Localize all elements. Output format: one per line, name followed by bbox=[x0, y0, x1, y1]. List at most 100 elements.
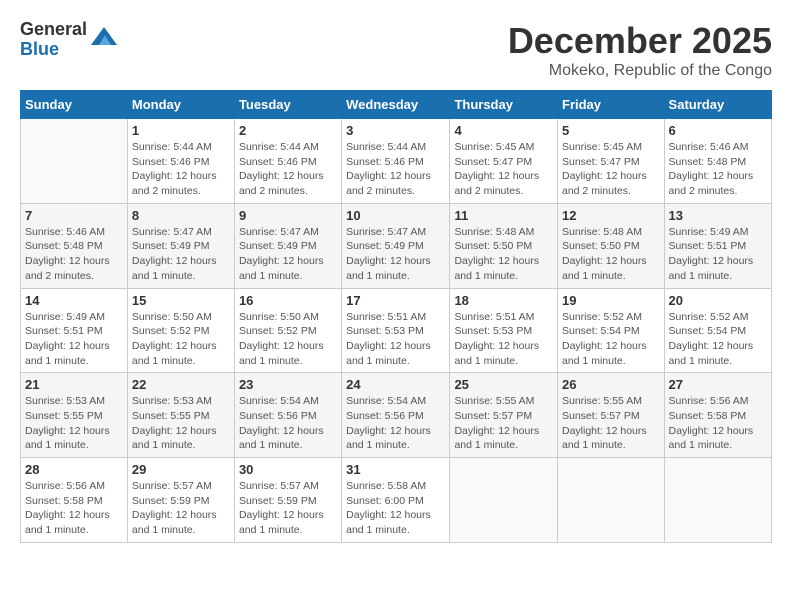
day-number: 21 bbox=[25, 377, 123, 392]
day-info: Sunrise: 5:48 AM Sunset: 5:50 PM Dayligh… bbox=[454, 225, 553, 284]
calendar-table: SundayMondayTuesdayWednesdayThursdayFrid… bbox=[20, 90, 772, 543]
calendar-cell: 25Sunrise: 5:55 AM Sunset: 5:57 PM Dayli… bbox=[450, 373, 558, 458]
day-info: Sunrise: 5:45 AM Sunset: 5:47 PM Dayligh… bbox=[562, 140, 660, 199]
day-info: Sunrise: 5:44 AM Sunset: 5:46 PM Dayligh… bbox=[346, 140, 445, 199]
day-info: Sunrise: 5:55 AM Sunset: 5:57 PM Dayligh… bbox=[562, 394, 660, 453]
calendar-cell bbox=[664, 458, 771, 543]
location: Mokeko, Republic of the Congo bbox=[508, 62, 772, 80]
day-info: Sunrise: 5:55 AM Sunset: 5:57 PM Dayligh… bbox=[454, 394, 553, 453]
calendar-cell: 30 Sunrise: 5:57 AM Sunset: 5:59 PM Dayli… bbox=[234, 458, 341, 543]
day-number: 18 bbox=[454, 293, 553, 308]
calendar-cell bbox=[558, 458, 665, 543]
day-number: 23 bbox=[239, 377, 337, 392]
logo-icon bbox=[89, 25, 119, 55]
day-info: Sunrise: 5:52 AM Sunset: 5:54 PM Dayligh… bbox=[669, 310, 767, 369]
day-number: 26 bbox=[562, 377, 660, 392]
calendar-cell: 7 Sunrise: 5:46 AM Sunset: 5:48 PM Daylig… bbox=[21, 203, 128, 288]
day-number: 13 bbox=[669, 208, 767, 223]
calendar-cell: 12Sunrise: 5:48 AM Sunset: 5:50 PM Dayli… bbox=[558, 203, 665, 288]
day-info: Sunrise: 5:54 AM Sunset: 5:56 PM Dayligh… bbox=[346, 394, 445, 453]
calendar-cell: 31 Sunrise: 5:58 AM Sunset: 6:00 PM Dayli… bbox=[342, 458, 450, 543]
day-info: Sunrise: 5:53 AM Sunset: 5:55 PM Dayligh… bbox=[25, 394, 123, 453]
calendar-cell: 29Sunrise: 5:57 AM Sunset: 5:59 PM Dayli… bbox=[127, 458, 234, 543]
day-number: 24 bbox=[346, 377, 445, 392]
week-row-0: 1 Sunrise: 5:44 AM Sunset: 5:46 PM Daylig… bbox=[21, 119, 772, 204]
day-number: 4 bbox=[454, 123, 553, 138]
day-number: 31 bbox=[346, 462, 445, 477]
day-number: 8 bbox=[132, 208, 230, 223]
day-info: Sunrise: 5:58 AM Sunset: 6:00 PM Dayligh… bbox=[346, 479, 445, 538]
day-number: 9 bbox=[239, 208, 337, 223]
calendar-cell: 26 Sunrise: 5:55 AM Sunset: 5:57 PM Dayli… bbox=[558, 373, 665, 458]
header-wednesday: Wednesday bbox=[342, 91, 450, 119]
day-info: Sunrise: 5:47 AM Sunset: 5:49 PM Dayligh… bbox=[239, 225, 337, 284]
day-info: Sunrise: 5:57 AM Sunset: 5:59 PM Dayligh… bbox=[239, 479, 337, 538]
calendar-cell bbox=[450, 458, 558, 543]
day-number: 17 bbox=[346, 293, 445, 308]
day-info: Sunrise: 5:47 AM Sunset: 5:49 PM Dayligh… bbox=[346, 225, 445, 284]
calendar-cell: 18 Sunrise: 5:51 AM Sunset: 5:53 PM Dayli… bbox=[450, 288, 558, 373]
day-info: Sunrise: 5:56 AM Sunset: 5:58 PM Dayligh… bbox=[25, 479, 123, 538]
calendar-cell: 17 Sunrise: 5:51 AM Sunset: 5:53 PM Dayli… bbox=[342, 288, 450, 373]
month-title: December 2025 bbox=[508, 20, 772, 62]
day-info: Sunrise: 5:51 AM Sunset: 5:53 PM Dayligh… bbox=[346, 310, 445, 369]
calendar-header-row: SundayMondayTuesdayWednesdayThursdayFrid… bbox=[21, 91, 772, 119]
day-info: Sunrise: 5:54 AM Sunset: 5:56 PM Dayligh… bbox=[239, 394, 337, 453]
calendar-cell: 21 Sunrise: 5:53 AM Sunset: 5:55 PM Dayli… bbox=[21, 373, 128, 458]
day-number: 16 bbox=[239, 293, 337, 308]
calendar-cell: 1 Sunrise: 5:44 AM Sunset: 5:46 PM Daylig… bbox=[127, 119, 234, 204]
header-tuesday: Tuesday bbox=[234, 91, 341, 119]
calendar-cell: 24 Sunrise: 5:54 AM Sunset: 5:56 PM Dayli… bbox=[342, 373, 450, 458]
calendar-cell bbox=[21, 119, 128, 204]
day-number: 1 bbox=[132, 123, 230, 138]
calendar-cell: 27 Sunrise: 5:56 AM Sunset: 5:58 PM Dayli… bbox=[664, 373, 771, 458]
day-number: 19 bbox=[562, 293, 660, 308]
day-info: Sunrise: 5:50 AM Sunset: 5:52 PM Dayligh… bbox=[239, 310, 337, 369]
day-info: Sunrise: 5:44 AM Sunset: 5:46 PM Dayligh… bbox=[132, 140, 230, 199]
day-number: 22 bbox=[132, 377, 230, 392]
day-info: Sunrise: 5:50 AM Sunset: 5:52 PM Dayligh… bbox=[132, 310, 230, 369]
day-info: Sunrise: 5:53 AM Sunset: 5:55 PM Dayligh… bbox=[132, 394, 230, 453]
day-number: 2 bbox=[239, 123, 337, 138]
day-info: Sunrise: 5:51 AM Sunset: 5:53 PM Dayligh… bbox=[454, 310, 553, 369]
calendar-cell: 15Sunrise: 5:50 AM Sunset: 5:52 PM Dayli… bbox=[127, 288, 234, 373]
day-info: Sunrise: 5:46 AM Sunset: 5:48 PM Dayligh… bbox=[25, 225, 123, 284]
day-info: Sunrise: 5:47 AM Sunset: 5:49 PM Dayligh… bbox=[132, 225, 230, 284]
day-number: 27 bbox=[669, 377, 767, 392]
day-number: 3 bbox=[346, 123, 445, 138]
header-friday: Friday bbox=[558, 91, 665, 119]
calendar-cell: 11Sunrise: 5:48 AM Sunset: 5:50 PM Dayli… bbox=[450, 203, 558, 288]
header-sunday: Sunday bbox=[21, 91, 128, 119]
calendar-cell: 20 Sunrise: 5:52 AM Sunset: 5:54 PM Dayli… bbox=[664, 288, 771, 373]
day-info: Sunrise: 5:45 AM Sunset: 5:47 PM Dayligh… bbox=[454, 140, 553, 199]
calendar-cell: 8 Sunrise: 5:47 AM Sunset: 5:49 PM Daylig… bbox=[127, 203, 234, 288]
header-saturday: Saturday bbox=[664, 91, 771, 119]
calendar-cell: 16 Sunrise: 5:50 AM Sunset: 5:52 PM Dayli… bbox=[234, 288, 341, 373]
day-number: 6 bbox=[669, 123, 767, 138]
calendar-cell: 14Sunrise: 5:49 AM Sunset: 5:51 PM Dayli… bbox=[21, 288, 128, 373]
calendar-cell: 6Sunrise: 5:46 AM Sunset: 5:48 PM Daylig… bbox=[664, 119, 771, 204]
calendar-cell: 22 Sunrise: 5:53 AM Sunset: 5:55 PM Dayli… bbox=[127, 373, 234, 458]
week-row-4: 28 Sunrise: 5:56 AM Sunset: 5:58 PM Dayli… bbox=[21, 458, 772, 543]
header-monday: Monday bbox=[127, 91, 234, 119]
day-info: Sunrise: 5:56 AM Sunset: 5:58 PM Dayligh… bbox=[669, 394, 767, 453]
calendar-cell: 23 Sunrise: 5:54 AM Sunset: 5:56 PM Dayli… bbox=[234, 373, 341, 458]
calendar-cell: 19Sunrise: 5:52 AM Sunset: 5:54 PM Dayli… bbox=[558, 288, 665, 373]
calendar-cell: 5 Sunrise: 5:45 AM Sunset: 5:47 PM Daylig… bbox=[558, 119, 665, 204]
week-row-2: 14Sunrise: 5:49 AM Sunset: 5:51 PM Dayli… bbox=[21, 288, 772, 373]
calendar-cell: 28 Sunrise: 5:56 AM Sunset: 5:58 PM Dayli… bbox=[21, 458, 128, 543]
week-row-1: 7 Sunrise: 5:46 AM Sunset: 5:48 PM Daylig… bbox=[21, 203, 772, 288]
day-number: 30 bbox=[239, 462, 337, 477]
logo: General Blue bbox=[20, 20, 119, 60]
calendar-cell: 3 Sunrise: 5:44 AM Sunset: 5:46 PM Daylig… bbox=[342, 119, 450, 204]
day-info: Sunrise: 5:49 AM Sunset: 5:51 PM Dayligh… bbox=[25, 310, 123, 369]
title-section: December 2025 Mokeko, Republic of the Co… bbox=[508, 20, 772, 80]
day-number: 10 bbox=[346, 208, 445, 223]
day-number: 7 bbox=[25, 208, 123, 223]
calendar-cell: 4 Sunrise: 5:45 AM Sunset: 5:47 PM Daylig… bbox=[450, 119, 558, 204]
day-number: 20 bbox=[669, 293, 767, 308]
week-row-3: 21 Sunrise: 5:53 AM Sunset: 5:55 PM Dayli… bbox=[21, 373, 772, 458]
day-number: 5 bbox=[562, 123, 660, 138]
day-number: 28 bbox=[25, 462, 123, 477]
day-info: Sunrise: 5:44 AM Sunset: 5:46 PM Dayligh… bbox=[239, 140, 337, 199]
